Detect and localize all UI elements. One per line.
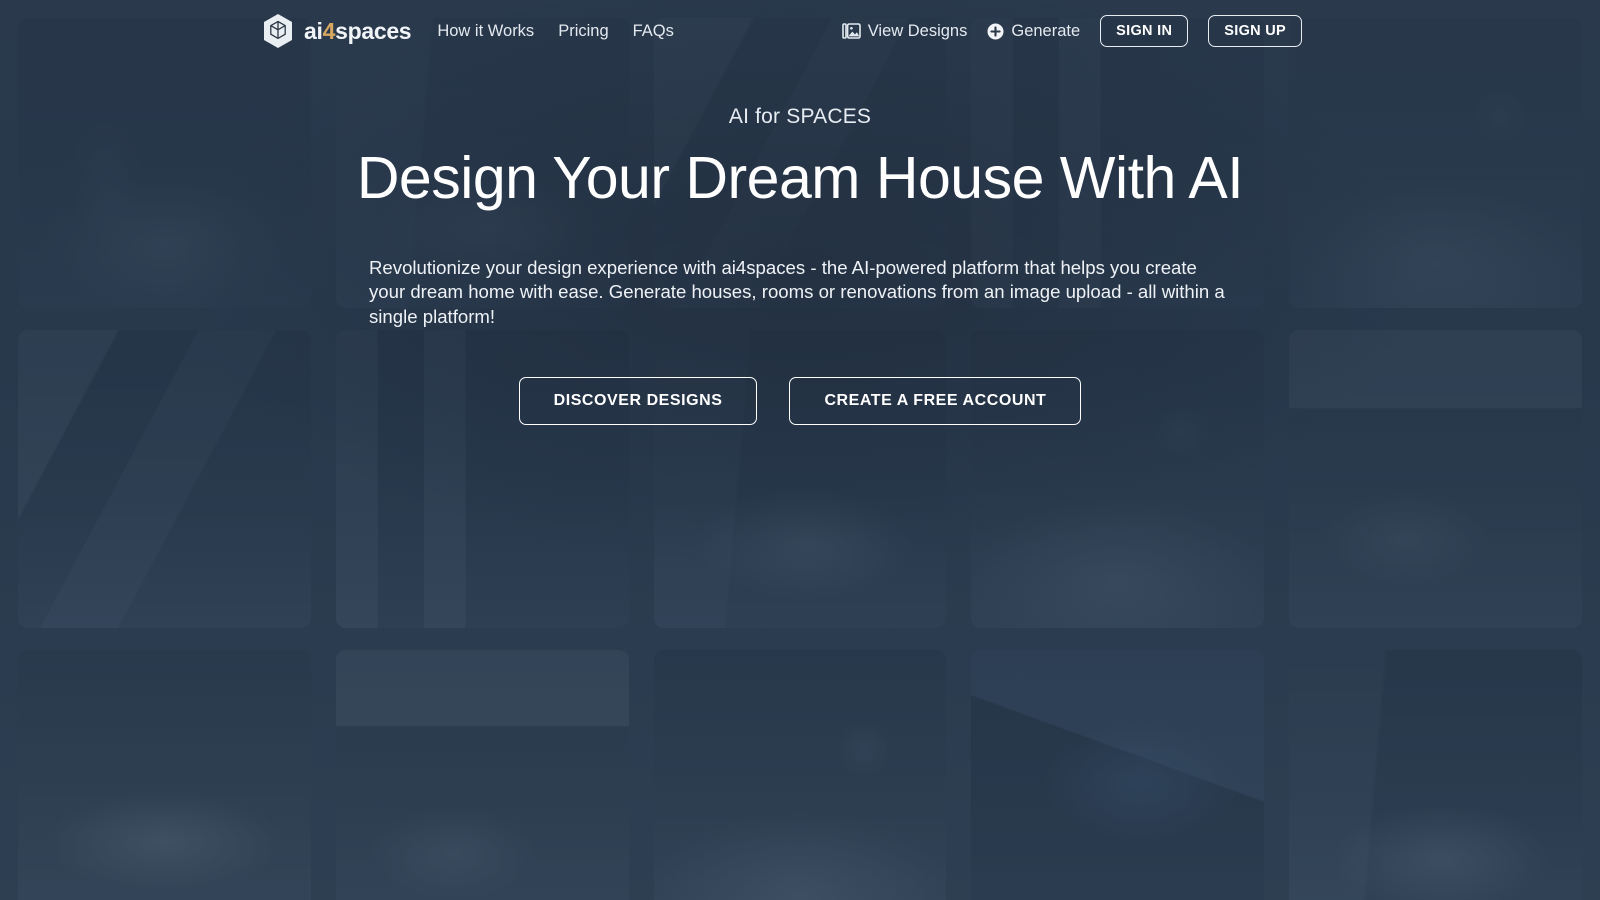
brand-accent-digit: 4 xyxy=(322,17,336,44)
background-tile xyxy=(1289,330,1582,628)
view-designs-button[interactable]: View Designs xyxy=(841,21,968,41)
generate-label: Generate xyxy=(1011,21,1081,40)
nav-item-how-it-works[interactable]: How it Works xyxy=(437,22,534,41)
hero-subtitle: Revolutionize your design experience wit… xyxy=(369,256,1225,327)
sign-in-button[interactable]: SIGN IN xyxy=(1100,15,1189,47)
background-tile xyxy=(1289,650,1582,900)
background-tile xyxy=(335,330,629,628)
brand-name: ai4spaces xyxy=(304,17,412,44)
background-tile xyxy=(653,650,947,900)
images-gallery-icon xyxy=(841,22,861,39)
view-designs-label: View Designs xyxy=(867,21,968,40)
nav-item-pricing[interactable]: Pricing xyxy=(558,22,608,41)
background-tile xyxy=(335,650,629,900)
primary-nav: How it Works Pricing FAQs xyxy=(437,22,674,41)
background-tile xyxy=(18,330,311,628)
hexagon-cube-icon xyxy=(264,14,292,48)
plus-circle-icon xyxy=(987,23,1004,39)
tile-row xyxy=(0,650,1600,900)
hero-eyebrow: AI for SPACES xyxy=(728,105,872,128)
create-free-account-button[interactable]: CREATE A FREE ACCOUNT xyxy=(789,377,1082,426)
hero-cta-row: DISCOVER DESIGNS CREATE A FREE ACCOUNT xyxy=(518,377,1082,426)
header-actions: View Designs Generate SIGN IN SIGN UP xyxy=(841,15,1302,47)
page-title: Design Your Dream House With AI xyxy=(356,145,1244,211)
site-header: ai4spaces How it Works Pricing FAQs View… xyxy=(0,0,1600,62)
discover-designs-button[interactable]: DISCOVER DESIGNS xyxy=(518,377,758,426)
nav-item-faqs[interactable]: FAQs xyxy=(633,22,674,41)
background-tile xyxy=(971,330,1265,628)
background-tile xyxy=(18,650,311,900)
background-tile xyxy=(971,650,1265,900)
tile-row xyxy=(0,330,1600,628)
background-image-grid xyxy=(0,0,1600,900)
sign-up-button[interactable]: SIGN UP xyxy=(1208,15,1302,47)
generate-button[interactable]: Generate xyxy=(987,22,1080,41)
background-tile xyxy=(653,330,947,628)
brand-logo[interactable]: ai4spaces xyxy=(262,13,412,49)
